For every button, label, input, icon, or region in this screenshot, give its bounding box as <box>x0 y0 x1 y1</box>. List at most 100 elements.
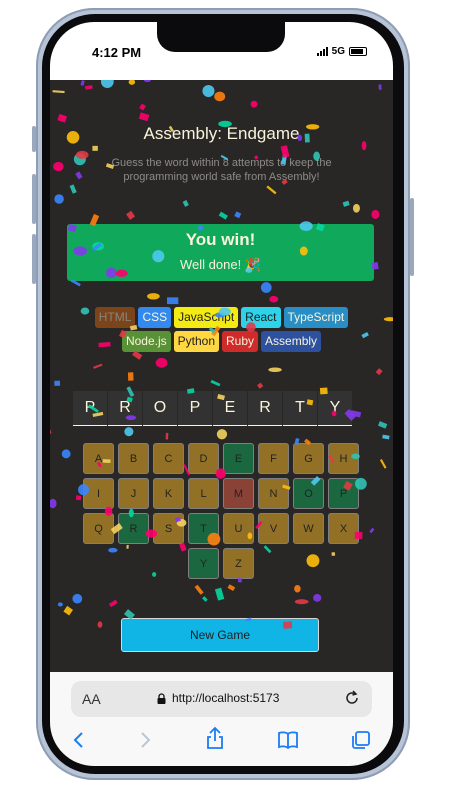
key-z[interactable]: Z <box>223 548 254 579</box>
confetti-piece <box>138 112 150 122</box>
mute-switch <box>32 126 36 152</box>
key-m[interactable]: M <box>223 478 254 509</box>
key-l[interactable]: L <box>188 478 219 509</box>
confetti-piece <box>50 429 52 435</box>
confetti-piece <box>379 459 387 469</box>
confetti-piece <box>155 357 168 368</box>
key-u[interactable]: U <box>223 513 254 544</box>
key-c[interactable]: C <box>153 443 184 474</box>
key-g[interactable]: G <box>293 443 324 474</box>
key-v[interactable]: V <box>258 513 289 544</box>
key-t[interactable]: T <box>188 513 219 544</box>
word-display: PROPERTY <box>73 391 352 426</box>
key-k[interactable]: K <box>153 478 184 509</box>
key-o[interactable]: O <box>293 478 324 509</box>
confetti-piece <box>257 382 264 389</box>
word-letter: P <box>178 391 212 426</box>
word-letter: R <box>108 391 142 426</box>
confetti-piece <box>128 80 136 85</box>
key-r[interactable]: R <box>118 513 149 544</box>
key-n[interactable]: N <box>258 478 289 509</box>
confetti-piece <box>202 596 208 602</box>
confetti-piece <box>75 150 89 159</box>
reload-icon[interactable] <box>343 689 361 707</box>
confetti-piece <box>143 80 151 83</box>
confetti-piece <box>216 429 228 440</box>
new-game-button[interactable]: New Game <box>121 618 319 652</box>
key-b[interactable]: B <box>118 443 149 474</box>
confetti-piece <box>54 380 61 386</box>
url-display: http://localhost:5173 <box>157 691 279 705</box>
key-w[interactable]: W <box>293 513 324 544</box>
confetti-piece <box>227 584 236 591</box>
confetti-piece <box>202 85 215 98</box>
confetti-piece <box>378 84 382 90</box>
confetti-piece <box>313 593 322 602</box>
volume-up-button <box>32 174 36 224</box>
key-y[interactable]: Y <box>188 548 219 579</box>
key-e[interactable]: E <box>223 443 254 474</box>
lock-icon <box>157 692 166 704</box>
notch <box>157 22 285 52</box>
keyboard: ABCDEFGH IJKLMNOP QRSTUVWX YZ <box>71 443 371 579</box>
text-size-button[interactable]: AA <box>82 691 101 707</box>
confetti-piece <box>124 427 134 437</box>
word-letter: O <box>143 391 177 426</box>
confetti-piece <box>75 171 83 180</box>
game-area: Assembly: Endgame Guess the word within … <box>50 80 393 672</box>
word-letter: T <box>283 391 317 426</box>
confetti-piece <box>80 80 85 86</box>
key-f[interactable]: F <box>258 443 289 474</box>
key-x[interactable]: X <box>328 513 359 544</box>
language-chip: TypeScript <box>283 307 349 328</box>
confetti-piece <box>382 434 390 440</box>
network-label: 5G <box>331 46 345 57</box>
confetti-piece <box>250 100 258 108</box>
confetti-piece <box>52 90 65 94</box>
status-indicators: 5G <box>316 46 367 57</box>
forward-icon[interactable] <box>138 730 152 750</box>
confetti-piece <box>214 587 225 601</box>
confetti-piece <box>139 103 146 111</box>
confetti-piece <box>342 200 350 207</box>
share-icon[interactable] <box>204 726 226 750</box>
confetti-piece <box>234 211 242 219</box>
key-h[interactable]: H <box>328 443 359 474</box>
volume-down-button <box>32 234 36 284</box>
confetti-piece <box>126 210 136 220</box>
word-letter: R <box>248 391 282 426</box>
confetti-piece <box>214 91 226 102</box>
key-d[interactable]: D <box>188 443 219 474</box>
key-q[interactable]: Q <box>83 513 114 544</box>
language-chip: Node.js <box>121 331 171 352</box>
bookmarks-icon[interactable] <box>276 730 300 750</box>
key-j[interactable]: J <box>118 478 149 509</box>
win-status-banner: You win! Well done! 🎉 <box>67 224 374 281</box>
key-p[interactable]: P <box>328 478 359 509</box>
confetti-piece <box>375 368 383 376</box>
language-chip: HTML <box>94 307 136 328</box>
confetti-piece <box>61 449 71 459</box>
power-button <box>410 198 414 276</box>
language-chip: React <box>241 307 281 328</box>
url-text: http://localhost:5173 <box>172 691 280 705</box>
back-icon[interactable] <box>72 730 86 750</box>
page-title: Assembly: Endgame <box>143 124 300 143</box>
key-i[interactable]: I <box>83 478 114 509</box>
confetti-piece <box>371 209 380 219</box>
key-s[interactable]: S <box>153 513 184 544</box>
browser-toolbar <box>50 726 393 758</box>
confetti-piece <box>268 367 282 372</box>
tabs-icon[interactable] <box>350 730 372 750</box>
confetti-piece <box>57 602 63 607</box>
safari-browser-bar: AA http://localhost:5173 <box>50 672 393 766</box>
confetti-piece <box>167 297 179 305</box>
address-bar[interactable]: AA http://localhost:5173 <box>71 681 372 717</box>
confetti-piece <box>294 584 301 593</box>
confetti-piece <box>165 432 169 440</box>
confetti-piece <box>53 161 64 172</box>
key-a[interactable]: A <box>83 443 114 474</box>
word-letter: P <box>73 391 107 426</box>
confetti-piece <box>269 295 279 303</box>
confetti-piece <box>147 293 160 300</box>
